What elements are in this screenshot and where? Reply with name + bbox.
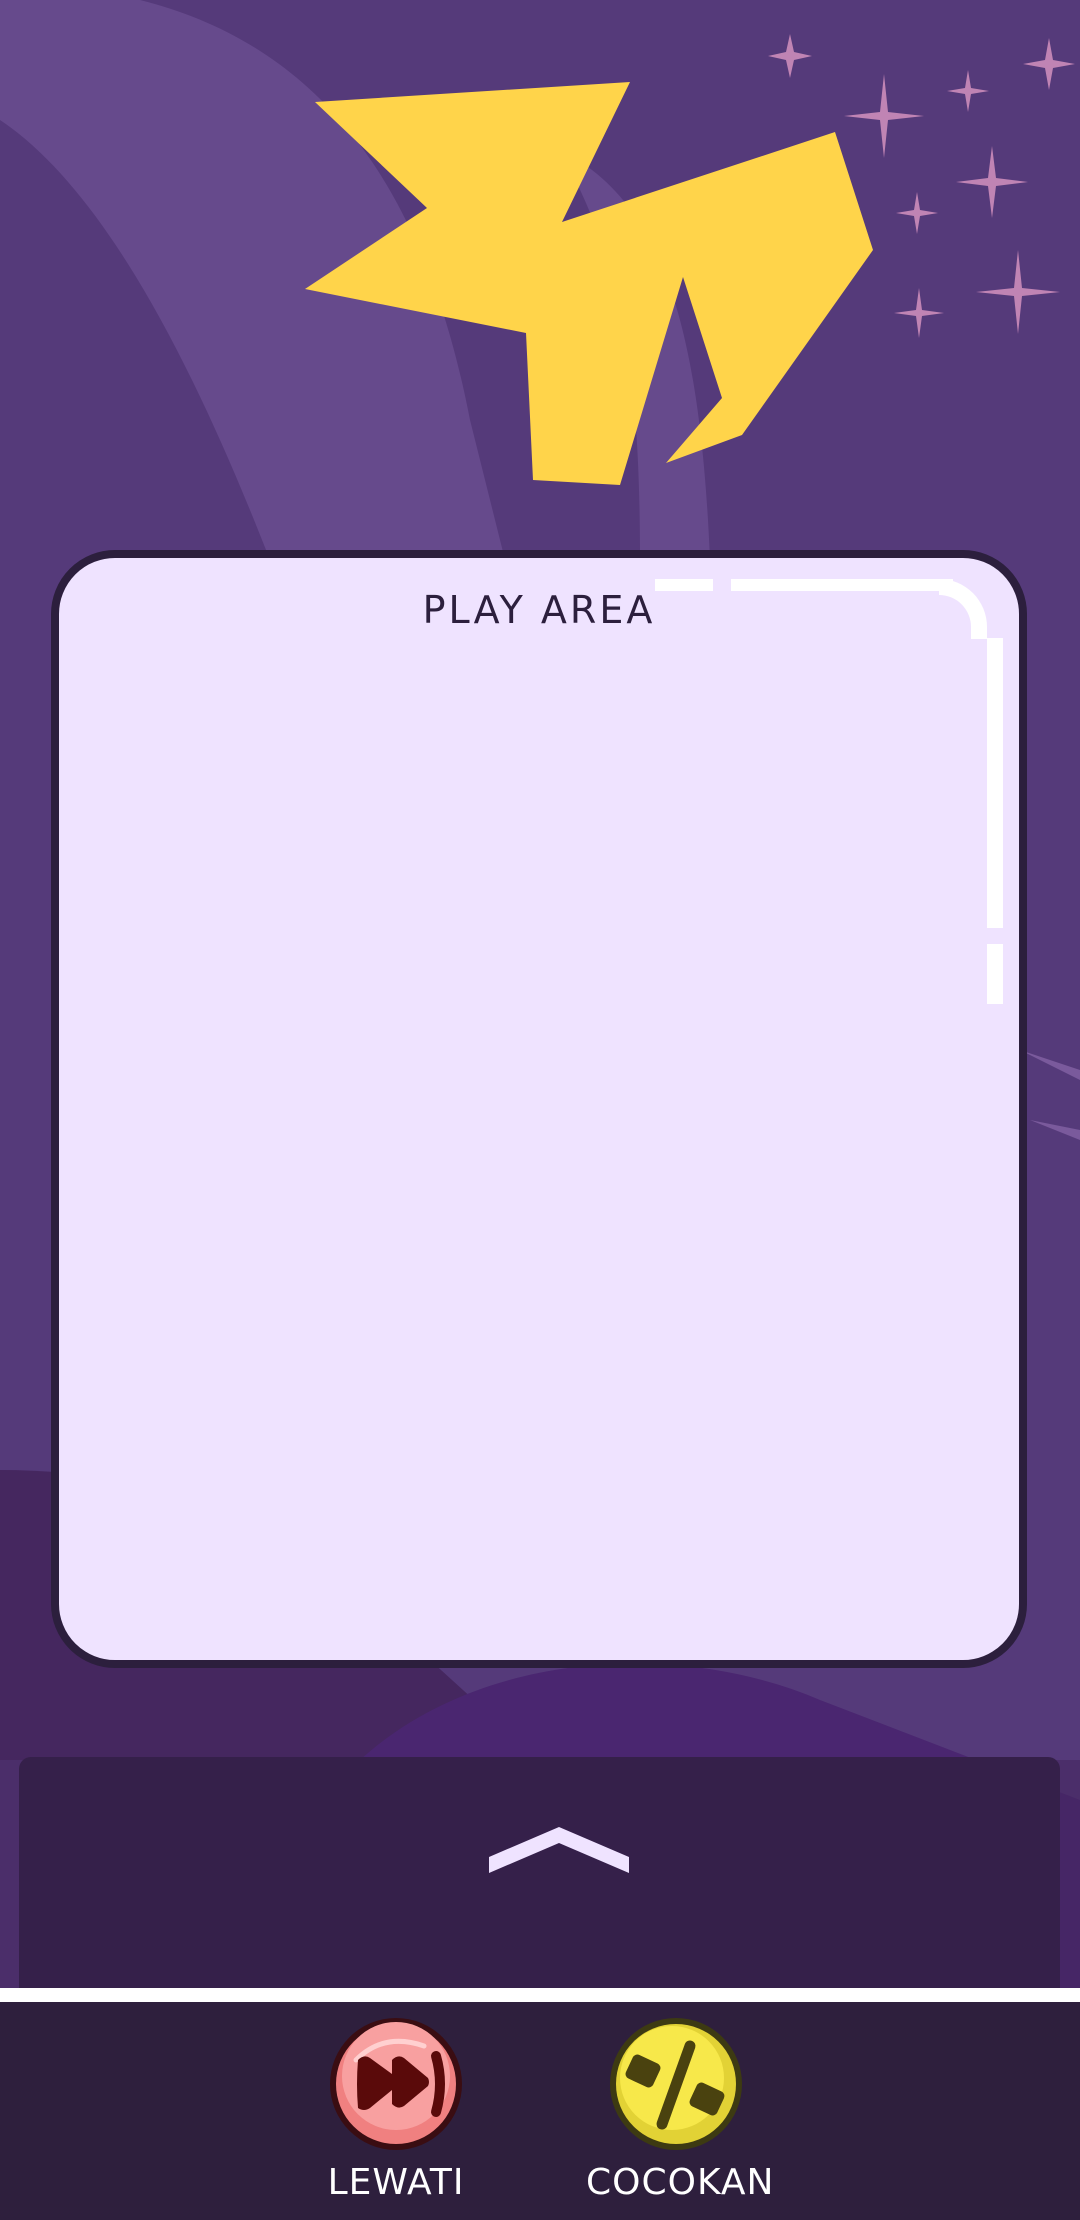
skip-label: LEWATI — [327, 2162, 465, 2203]
chevron-up-icon — [489, 1827, 629, 1873]
divider — [0, 1988, 1080, 2002]
play-area-label: PLAY AREA — [422, 588, 656, 632]
play-area[interactable]: PLAY AREA — [51, 550, 1027, 1668]
gloss-highlight — [987, 944, 1003, 1004]
gloss-highlight — [987, 638, 1003, 928]
gloss-highlight — [731, 579, 953, 591]
gloss-highlight — [655, 579, 713, 591]
skip-button[interactable]: LEWATI — [306, 2012, 486, 2212]
match-button[interactable]: COCOKAN — [586, 2012, 775, 2212]
percent-match-icon — [610, 2018, 742, 2150]
bottom-drawer — [19, 1757, 1060, 1990]
gloss-corner — [939, 579, 987, 639]
fast-forward-icon — [330, 2018, 462, 2150]
match-label: COCOKAN — [586, 2162, 775, 2203]
action-bar: LEWATI COCOKAN — [0, 2002, 1080, 2220]
drawer-toggle-button[interactable] — [479, 1807, 639, 1877]
